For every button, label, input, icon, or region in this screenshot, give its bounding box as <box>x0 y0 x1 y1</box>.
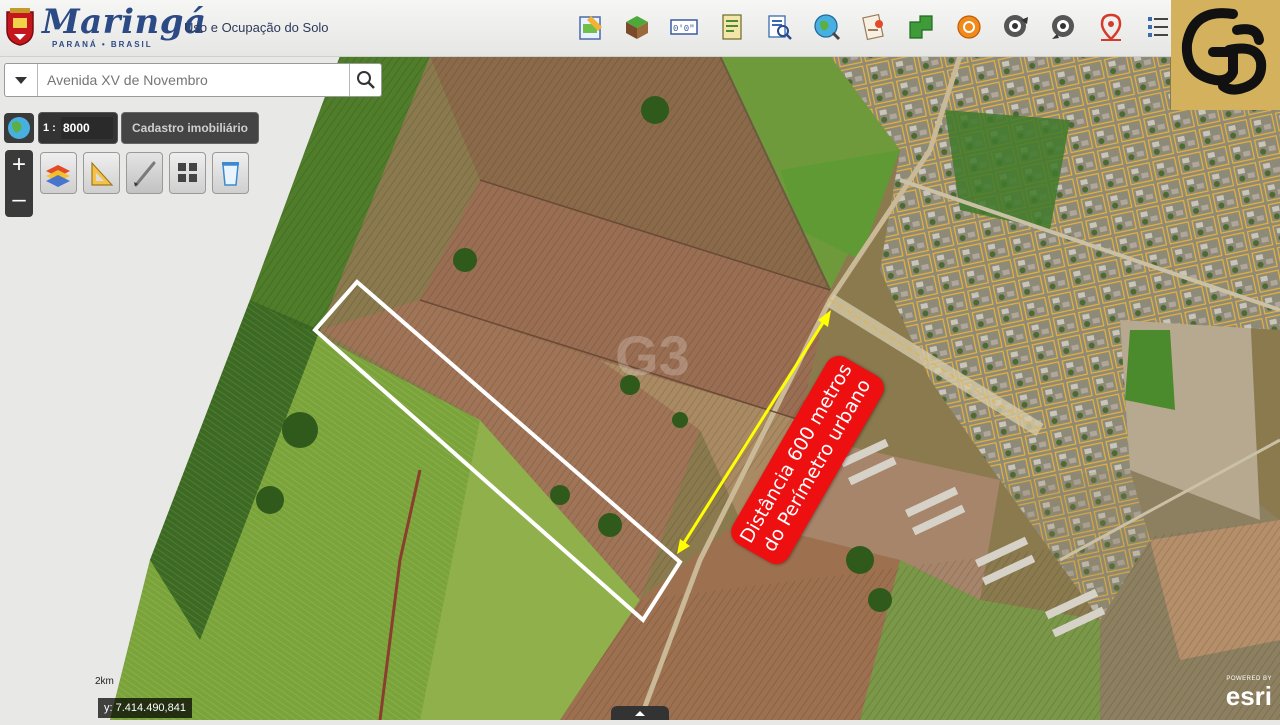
basemap-grid-icon <box>178 163 197 182</box>
svg-text:0'0": 0'0" <box>673 24 695 34</box>
scale-prefix: 1 : <box>43 122 56 134</box>
location-pin-icon[interactable] <box>1096 12 1126 42</box>
address-search <box>4 63 382 97</box>
coordinate-readout: y: 7.414.490,841 <box>98 698 192 718</box>
legend-list-icon[interactable] <box>1143 12 1173 42</box>
street-view-icon[interactable] <box>1049 12 1079 42</box>
sync-icon[interactable] <box>954 12 984 42</box>
search-document-icon[interactable] <box>764 12 794 42</box>
globe-search-icon[interactable] <box>812 12 842 42</box>
3d-cube-icon[interactable] <box>622 12 652 42</box>
route-icon[interactable] <box>906 12 936 42</box>
top-bar: Maringá PARANÁ • BRASIL Uso e Ocupação d… <box>0 0 1280 57</box>
layers-button[interactable] <box>40 152 77 194</box>
measure-button[interactable] <box>83 152 120 194</box>
g3-watermark: G3 <box>615 324 690 387</box>
chevron-up-icon <box>635 711 645 716</box>
bottom-panel-toggle[interactable] <box>611 706 669 720</box>
layers-icon <box>46 165 70 187</box>
zoom-in-button[interactable]: + <box>5 150 33 182</box>
notes-icon[interactable] <box>717 12 747 42</box>
g3-logo-icon <box>1181 8 1267 95</box>
measure-icon <box>91 161 114 186</box>
draw-button[interactable] <box>126 152 163 194</box>
zoom-out-button[interactable]: – <box>5 185 33 217</box>
esri-logo: esri <box>1225 681 1272 711</box>
basemap-button[interactable] <box>169 152 206 194</box>
cadastro-imobiliario-button[interactable]: Cadastro imobiliário <box>121 112 259 144</box>
maringa-logo-subtext: PARANÁ • BRASIL <box>52 40 153 49</box>
search-icon <box>357 71 375 89</box>
edit-map-icon[interactable] <box>576 12 606 42</box>
app-title: Uso e Ocupação do Solo <box>184 20 329 35</box>
globe-icon[interactable] <box>4 113 34 143</box>
zoom-control: + – <box>5 150 33 217</box>
maringa-logo-text: Maringá <box>42 2 207 42</box>
scale-selector[interactable]: 1 : 8000 <box>38 112 118 144</box>
search-button[interactable] <box>349 64 381 96</box>
scalebar-label: 2km <box>95 676 114 687</box>
chevron-down-icon <box>15 77 27 84</box>
search-dropdown-button[interactable] <box>5 64 38 96</box>
scale-value-input[interactable]: 8000 <box>61 117 113 139</box>
maringa-crest-icon <box>6 8 34 46</box>
clear-button[interactable] <box>212 152 249 194</box>
clear-icon <box>222 162 239 186</box>
coordinates-icon[interactable]: 0'0" <box>669 12 699 42</box>
g3-logo-badge <box>1171 0 1280 110</box>
search-input[interactable] <box>41 64 353 96</box>
esri-attribution: POWERED BY esri <box>1202 676 1272 716</box>
street-view-icon[interactable] <box>1001 12 1031 42</box>
report-icon[interactable] <box>859 12 889 42</box>
satellite-map[interactable]: G3 <box>0 0 1280 720</box>
draw-icon <box>134 161 156 187</box>
